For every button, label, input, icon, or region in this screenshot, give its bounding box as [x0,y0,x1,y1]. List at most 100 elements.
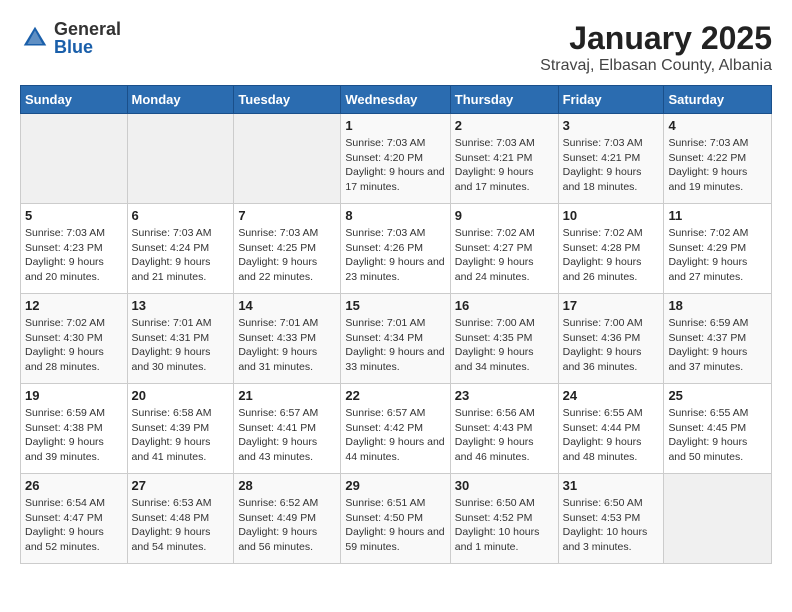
calendar-table: SundayMondayTuesdayWednesdayThursdayFrid… [20,85,772,564]
day-cell: 21 Sunrise: 6:57 AM Sunset: 4:41 PM Dayli… [234,384,341,474]
week-row-1: 5 Sunrise: 7:03 AM Sunset: 4:23 PM Daylig… [21,204,772,294]
day-info: Sunrise: 6:57 AM Sunset: 4:41 PM Dayligh… [238,406,336,465]
day-number: 11 [668,208,767,223]
day-cell: 20 Sunrise: 6:58 AM Sunset: 4:39 PM Dayli… [127,384,234,474]
day-cell: 13Sunrise: 7:01 AM Sunset: 4:31 PM Dayli… [127,294,234,384]
day-info: Sunrise: 7:02 AM Sunset: 4:28 PM Dayligh… [563,226,660,285]
day-number: 22 [345,388,445,403]
weekday-header-thursday: Thursday [450,86,558,114]
weekday-header-row: SundayMondayTuesdayWednesdayThursdayFrid… [21,86,772,114]
calendar-subtitle: Stravaj, Elbasan County, Albania [540,57,772,75]
title-block: January 2025 Stravaj, Elbasan County, Al… [540,20,772,75]
day-info: Sunrise: 7:03 AM Sunset: 4:23 PM Dayligh… [25,226,123,285]
day-number: 3 [563,118,660,133]
day-cell: 27 Sunrise: 6:53 AM Sunset: 4:48 PM Dayli… [127,474,234,564]
day-number: 24 [563,388,660,403]
day-number: 28 [238,478,336,493]
day-cell [234,114,341,204]
day-info: Sunrise: 6:53 AM Sunset: 4:48 PM Dayligh… [132,496,230,555]
page-header: General Blue January 2025 Stravaj, Elbas… [20,20,772,75]
day-cell: 12 Sunrise: 7:02 AM Sunset: 4:30 PM Dayli… [21,294,128,384]
day-cell [127,114,234,204]
day-info: Sunrise: 6:57 AM Sunset: 4:42 PM Dayligh… [345,406,445,465]
day-info: Sunrise: 7:03 AM Sunset: 4:26 PM Dayligh… [345,226,445,285]
day-cell: 28 Sunrise: 6:52 AM Sunset: 4:49 PM Dayli… [234,474,341,564]
day-cell: 22 Sunrise: 6:57 AM Sunset: 4:42 PM Dayli… [341,384,450,474]
day-info: Sunrise: 7:02 AM Sunset: 4:30 PM Dayligh… [25,316,123,375]
day-cell: 25Sunrise: 6:55 AM Sunset: 4:45 PM Dayli… [664,384,772,474]
day-info: Sunrise: 6:58 AM Sunset: 4:39 PM Dayligh… [132,406,230,465]
day-cell: 9Sunrise: 7:02 AM Sunset: 4:27 PM Daylig… [450,204,558,294]
day-info: Sunrise: 6:59 AM Sunset: 4:38 PM Dayligh… [25,406,123,465]
day-cell: 19 Sunrise: 6:59 AM Sunset: 4:38 PM Dayli… [21,384,128,474]
weekday-header-sunday: Sunday [21,86,128,114]
day-cell: 26Sunrise: 6:54 AM Sunset: 4:47 PM Dayli… [21,474,128,564]
day-cell: 17 Sunrise: 7:00 AM Sunset: 4:36 PM Dayli… [558,294,664,384]
day-cell: 1 Sunrise: 7:03 AM Sunset: 4:20 PM Daylig… [341,114,450,204]
weekday-header-wednesday: Wednesday [341,86,450,114]
day-number: 12 [25,298,123,313]
day-info: Sunrise: 6:55 AM Sunset: 4:45 PM Dayligh… [668,406,767,465]
day-number: 6 [132,208,230,223]
day-info: Sunrise: 6:59 AM Sunset: 4:37 PM Dayligh… [668,316,767,375]
day-number: 23 [455,388,554,403]
logo: General Blue [20,20,121,56]
weekday-header-monday: Monday [127,86,234,114]
day-number: 19 [25,388,123,403]
day-info: Sunrise: 6:50 AM Sunset: 4:52 PM Dayligh… [455,496,554,555]
day-cell: 29Sunrise: 6:51 AM Sunset: 4:50 PM Dayli… [341,474,450,564]
day-number: 14 [238,298,336,313]
day-cell: 3Sunrise: 7:03 AM Sunset: 4:21 PM Daylig… [558,114,664,204]
logo-general-text: General [54,20,121,38]
logo-blue-text: Blue [54,38,121,56]
day-info: Sunrise: 7:01 AM Sunset: 4:34 PM Dayligh… [345,316,445,375]
day-cell: 7Sunrise: 7:03 AM Sunset: 4:25 PM Daylig… [234,204,341,294]
day-number: 5 [25,208,123,223]
day-number: 17 [563,298,660,313]
day-cell: 4 Sunrise: 7:03 AM Sunset: 4:22 PM Daylig… [664,114,772,204]
day-cell [664,474,772,564]
day-number: 15 [345,298,445,313]
day-info: Sunrise: 7:02 AM Sunset: 4:27 PM Dayligh… [455,226,554,285]
day-cell: 8 Sunrise: 7:03 AM Sunset: 4:26 PM Daylig… [341,204,450,294]
day-cell: 14 Sunrise: 7:01 AM Sunset: 4:33 PM Dayli… [234,294,341,384]
day-info: Sunrise: 7:03 AM Sunset: 4:24 PM Dayligh… [132,226,230,285]
day-number: 20 [132,388,230,403]
day-info: Sunrise: 6:56 AM Sunset: 4:43 PM Dayligh… [455,406,554,465]
day-number: 27 [132,478,230,493]
day-cell: 31Sunrise: 6:50 AM Sunset: 4:53 PM Dayli… [558,474,664,564]
day-info: Sunrise: 6:52 AM Sunset: 4:49 PM Dayligh… [238,496,336,555]
day-cell [21,114,128,204]
day-cell: 24 Sunrise: 6:55 AM Sunset: 4:44 PM Dayli… [558,384,664,474]
day-info: Sunrise: 7:00 AM Sunset: 4:35 PM Dayligh… [455,316,554,375]
day-info: Sunrise: 7:03 AM Sunset: 4:20 PM Dayligh… [345,136,445,195]
calendar-title: January 2025 [540,20,772,57]
day-info: Sunrise: 7:03 AM Sunset: 4:21 PM Dayligh… [455,136,554,195]
day-cell: 10Sunrise: 7:02 AM Sunset: 4:28 PM Dayli… [558,204,664,294]
day-cell: 16 Sunrise: 7:00 AM Sunset: 4:35 PM Dayli… [450,294,558,384]
day-info: Sunrise: 7:03 AM Sunset: 4:22 PM Dayligh… [668,136,767,195]
day-info: Sunrise: 6:51 AM Sunset: 4:50 PM Dayligh… [345,496,445,555]
day-number: 16 [455,298,554,313]
day-info: Sunrise: 7:01 AM Sunset: 4:33 PM Dayligh… [238,316,336,375]
day-number: 21 [238,388,336,403]
day-number: 1 [345,118,445,133]
day-cell: 15 Sunrise: 7:01 AM Sunset: 4:34 PM Dayli… [341,294,450,384]
week-row-4: 26Sunrise: 6:54 AM Sunset: 4:47 PM Dayli… [21,474,772,564]
day-number: 2 [455,118,554,133]
day-info: Sunrise: 7:03 AM Sunset: 4:25 PM Dayligh… [238,226,336,285]
day-cell: 11Sunrise: 7:02 AM Sunset: 4:29 PM Dayli… [664,204,772,294]
day-number: 8 [345,208,445,223]
weekday-header-friday: Friday [558,86,664,114]
day-number: 26 [25,478,123,493]
day-number: 13 [132,298,230,313]
day-info: Sunrise: 7:00 AM Sunset: 4:36 PM Dayligh… [563,316,660,375]
day-cell: 6 Sunrise: 7:03 AM Sunset: 4:24 PM Daylig… [127,204,234,294]
day-cell: 30Sunrise: 6:50 AM Sunset: 4:52 PM Dayli… [450,474,558,564]
weekday-header-saturday: Saturday [664,86,772,114]
day-info: Sunrise: 6:55 AM Sunset: 4:44 PM Dayligh… [563,406,660,465]
week-row-0: 1 Sunrise: 7:03 AM Sunset: 4:20 PM Daylig… [21,114,772,204]
day-number: 4 [668,118,767,133]
week-row-3: 19 Sunrise: 6:59 AM Sunset: 4:38 PM Dayli… [21,384,772,474]
day-number: 31 [563,478,660,493]
